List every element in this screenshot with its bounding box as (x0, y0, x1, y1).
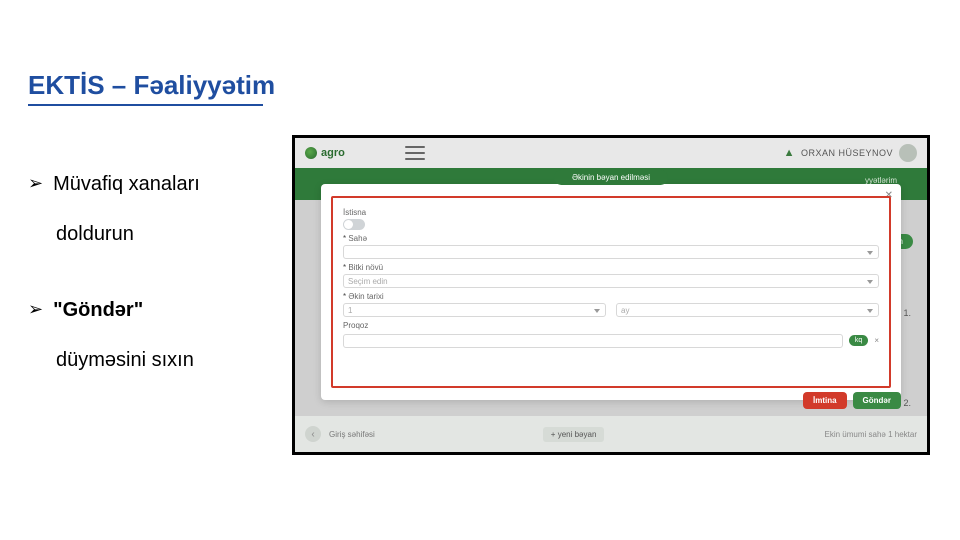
title-underline (28, 104, 263, 106)
ekin-row: 1 ay (343, 301, 879, 317)
sahe-label: Sahə (343, 234, 879, 243)
app-screenshot: agro ▲ ORXAN HÜSEYNOV yyətlərim +əktin 1… (292, 135, 930, 455)
ekin-day-value: 1 (348, 306, 352, 315)
logo-text: agro (321, 147, 345, 159)
leaf-icon (305, 147, 317, 159)
bullet-list: ➢ Müvafiq xanaları doldurun ➢ "Göndər" d… (28, 170, 278, 374)
bullet-item-2: ➢ "Göndər" (28, 296, 278, 324)
slide-title: EKTİS – Fəaliyyətim (28, 70, 275, 101)
bitki-label: Bitki növü (343, 263, 879, 272)
ekin-label: Əkin tarixi (343, 292, 879, 301)
bullet-1-lead: Müvafiq xanaları (53, 170, 200, 198)
declare-modal: ✕ İstisna Sahə Bitki növü Seçim edin Əki… (321, 184, 901, 400)
ekin-month-value: ay (621, 306, 629, 315)
unit-x: × (874, 336, 879, 345)
back-circle-icon[interactable]: ‹ (305, 426, 321, 442)
bitki-select[interactable]: Seçim edin (343, 274, 879, 288)
avatar[interactable] (899, 144, 917, 162)
bullet-2-rest: düyməsini sıxın (56, 346, 278, 374)
footer-home-link[interactable]: Giriş səhifəsi (329, 430, 375, 439)
proqoz-row: kq × (343, 332, 879, 348)
bell-icon[interactable]: ▲ (784, 147, 795, 159)
bullet-2-lead: "Göndər" (53, 296, 143, 324)
top-bar: agro ▲ ORXAN HÜSEYNOV (295, 138, 927, 168)
cancel-button[interactable]: İmtina (803, 392, 847, 409)
bitki-placeholder: Seçim edin (348, 277, 388, 286)
user-name: ORXAN HÜSEYNOV (801, 148, 893, 158)
unit-pill[interactable]: kq (849, 335, 868, 346)
bullet-item-1: ➢ Müvafiq xanaları (28, 170, 278, 198)
send-button[interactable]: Göndər (853, 392, 901, 409)
user-block[interactable]: ▲ ORXAN HÜSEYNOV (784, 144, 917, 162)
list-marker-1: 1. (903, 308, 911, 318)
proqoz-input[interactable] (343, 334, 843, 348)
bullet-1-rest: doldurun (56, 220, 278, 248)
hamburger-icon[interactable] (405, 146, 425, 160)
ekin-month-select[interactable]: ay (616, 303, 879, 317)
new-declare-button[interactable]: + yeni bəyan (543, 427, 605, 442)
chevron-right-icon: ➢ (28, 170, 43, 196)
ekin-day-select[interactable]: 1 (343, 303, 606, 317)
form-highlight-frame: İstisna Sahə Bitki növü Seçim edin Əkin … (331, 196, 891, 388)
footer-hectar-text: Ekin ümumi sahə 1 hektar (825, 430, 918, 439)
modal-actions: İmtina Göndər (803, 392, 901, 409)
proqoz-label: Proqoz (343, 321, 879, 330)
list-marker-2: 2. (903, 398, 911, 408)
istisna-toggle[interactable] (343, 219, 365, 230)
chevron-right-icon: ➢ (28, 296, 43, 322)
sahe-select[interactable] (343, 245, 879, 259)
footer-strip: ‹ Giriş səhifəsi + yeni bəyan Ekin ümumi… (295, 416, 927, 452)
app-logo[interactable]: agro (305, 147, 345, 159)
slide: EKTİS – Fəaliyyətim ➢ Müvafiq xanaları d… (0, 0, 960, 540)
app-inner: agro ▲ ORXAN HÜSEYNOV yyətlərim +əktin 1… (295, 138, 927, 452)
modal-title-pill: Əkinin bəyan edilməsi (554, 170, 668, 185)
istisna-label: İstisna (343, 208, 879, 217)
